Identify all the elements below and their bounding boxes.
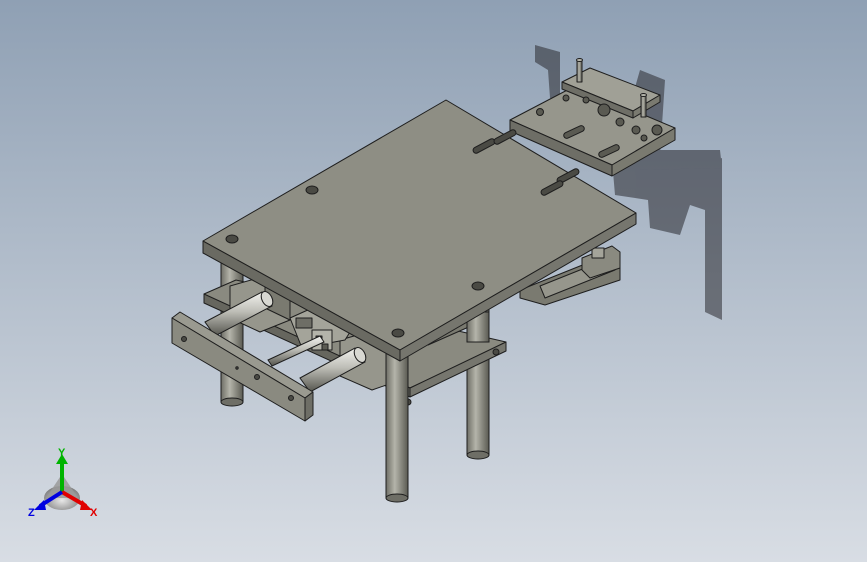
z-axis-arrowhead xyxy=(34,500,46,510)
z-axis-label: Z xyxy=(28,507,35,519)
y-axis-label: Y xyxy=(58,447,66,459)
coordinate-triad[interactable]: Y X Z xyxy=(24,446,104,526)
x-axis-label: X xyxy=(90,507,98,519)
cad-model-view[interactable] xyxy=(0,0,867,562)
graphics-viewport[interactable]: Y X Z xyxy=(0,0,867,562)
